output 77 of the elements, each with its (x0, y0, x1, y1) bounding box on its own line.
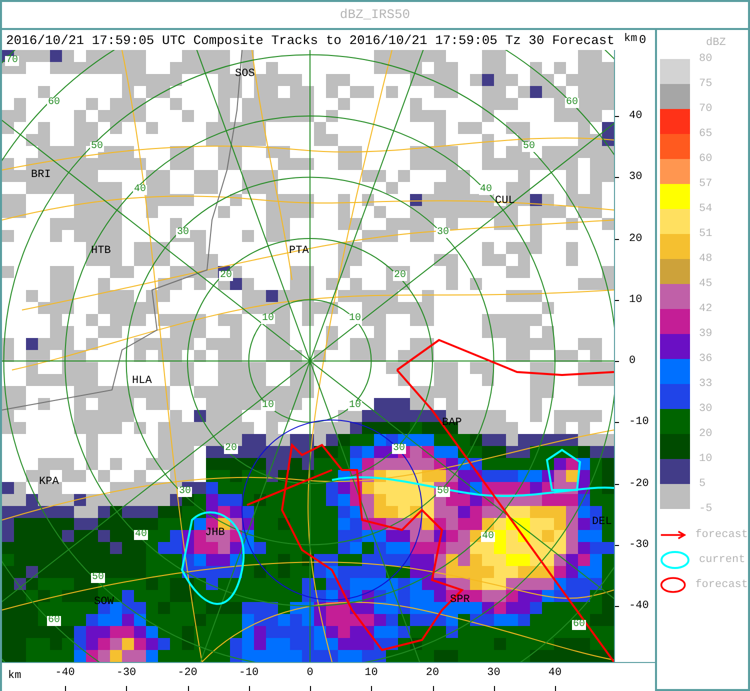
scale-label: 20 (699, 429, 712, 440)
axis-tick-label: 30 (486, 668, 502, 679)
range-label: 50 (90, 142, 104, 152)
scale-label: 48 (699, 254, 712, 265)
place-label: BRI (31, 170, 51, 181)
range-label: 30 (436, 228, 450, 238)
axis-tick-label: -40 (629, 601, 649, 612)
range-label: 10 (348, 401, 362, 411)
range-label: 10 (261, 401, 276, 411)
axis-tick-label: 0 (629, 356, 636, 367)
range-label: 30 (178, 487, 192, 497)
axis-unit: km (8, 671, 22, 682)
axis-tick-label: -10 (238, 668, 260, 679)
axis-tick-label: -30 (115, 668, 138, 679)
scale-label: 54 (699, 204, 712, 215)
window-title: dBZ_IRS50 (340, 6, 410, 24)
scale-label: 10 (699, 454, 712, 465)
range-label: 40 (133, 185, 148, 195)
scale-label: 70 (699, 104, 712, 115)
scale-label: 57 (699, 179, 712, 190)
axis-tick-label: -20 (176, 668, 198, 679)
range-label: 50 (436, 487, 450, 497)
scale-label: 36 (699, 354, 712, 365)
legend-title: dBZ (706, 38, 727, 49)
range-label: 50 (91, 573, 106, 583)
scale-label: 30 (699, 404, 712, 415)
place-label: JHB (205, 528, 225, 539)
place-label: HLA (132, 376, 152, 387)
axis-tick-label: -30 (629, 540, 649, 551)
range-label: 70 (5, 56, 20, 66)
legend-label: forecast (695, 580, 748, 590)
range-label: 30 (176, 228, 190, 238)
scale-label: 39 (699, 329, 712, 340)
range-label: 40 (134, 530, 148, 540)
axis-tick-label: 20 (629, 234, 642, 244)
range-label: 60 (565, 98, 580, 108)
axis-tick-label: 20 (424, 668, 440, 679)
axis-tick-label: 10 (629, 294, 642, 306)
axis-tick-label: 0 (639, 34, 646, 46)
axis-tick-label: -20 (629, 478, 649, 490)
axis-tick-label: -40 (54, 668, 76, 679)
axis-tick-label: 0 (306, 668, 314, 679)
range-label: 30 (392, 444, 406, 454)
scale-label: 65 (699, 129, 712, 140)
range-label: 60 (47, 616, 62, 626)
scale-label: 51 (699, 229, 712, 240)
axis-tick-label: 40 (547, 668, 563, 679)
axis-tick-label: 30 (629, 172, 642, 184)
scale-label: 80 (699, 54, 712, 65)
chart-header: 2016/10/21 17:59:05 UTC Composite Tracks to 2016/10/21 17:59:05 Tz 30 Forecast (5, 34, 614, 46)
scale-label: 45 (699, 279, 712, 290)
place-label: SOS (235, 69, 255, 80)
axis-tick-label: 10 (364, 668, 379, 679)
range-label: 20 (219, 271, 234, 281)
range-label: 40 (479, 185, 494, 195)
range-label: 20 (224, 444, 238, 454)
scale-label: 33 (699, 379, 712, 390)
legend-label: current (699, 554, 746, 566)
range-label: 40 (481, 532, 496, 542)
scale-label: 5 (699, 479, 707, 490)
legend-label: forecast (695, 530, 748, 540)
place-label: HTB (91, 246, 111, 257)
range-label: 60 (47, 98, 62, 108)
axis-tick-label: -10 (629, 417, 649, 428)
scale-label: -5 (699, 504, 712, 515)
scale-label: 42 (699, 304, 712, 315)
place-label: KPA (39, 477, 59, 488)
axis-tick-label: 40 (629, 111, 642, 122)
range-label: 10 (261, 314, 276, 324)
range-label: 50 (522, 142, 536, 152)
scale-label: 60 (699, 154, 712, 165)
range-label: 10 (348, 314, 362, 324)
range-label: 60 (572, 620, 586, 630)
axis-unit: km (624, 34, 638, 45)
scale-label: 75 (699, 79, 712, 90)
place-label: DEL (592, 517, 612, 528)
range-label: 20 (393, 271, 408, 281)
